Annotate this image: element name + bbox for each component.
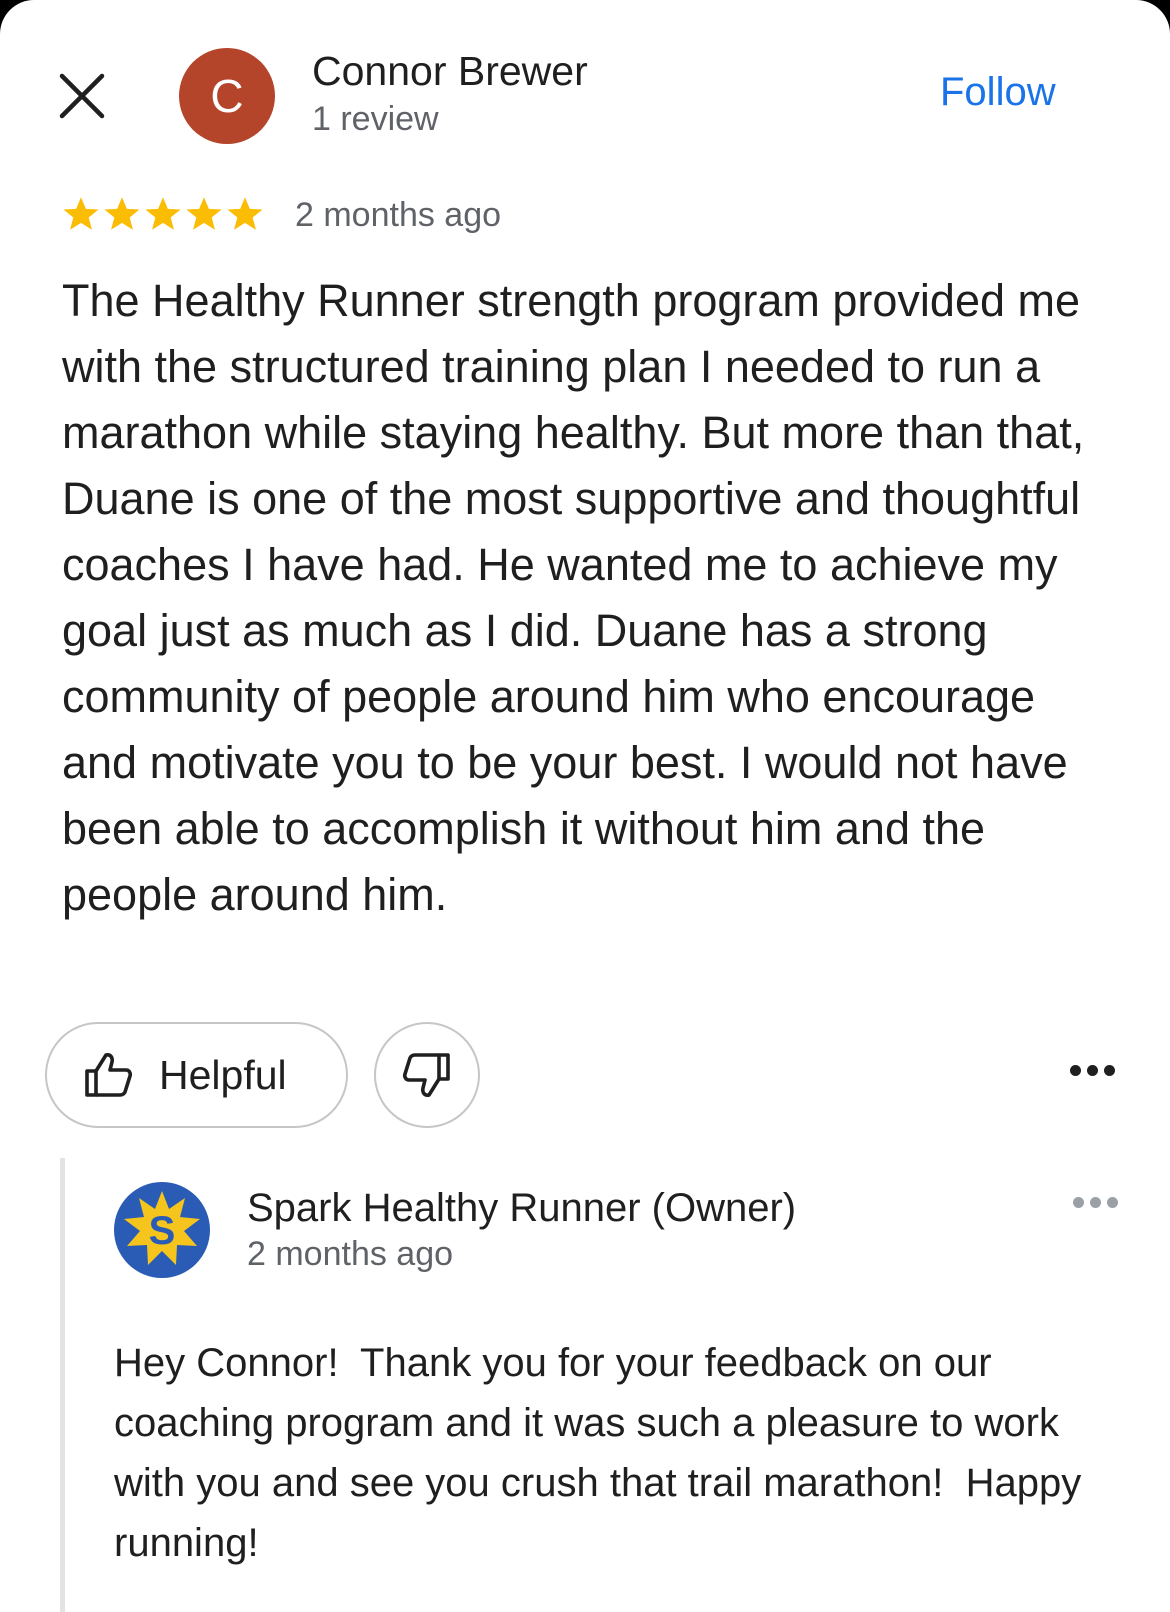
more-options-icon (1073, 1197, 1084, 1208)
owner-reply-timestamp: 2 months ago (247, 1235, 454, 1273)
star-icon (226, 196, 264, 232)
star-icon (144, 196, 182, 232)
review-text: The Healthy Runner strength program prov… (62, 275, 1085, 920)
reviewer-review-count: 1 review (312, 100, 439, 138)
more-options-icon (1107, 1197, 1118, 1208)
reviewer-avatar-initial: C (210, 70, 244, 122)
close-icon (59, 73, 105, 119)
star-icon (62, 196, 100, 232)
reviewer-avatar[interactable]: C (179, 48, 275, 144)
owner-reply-text: Hey Connor! Thank you for your feedback … (114, 1341, 1093, 1565)
thumbs-down-icon (402, 1053, 450, 1097)
thumbs-up-icon (85, 1053, 133, 1097)
close-button[interactable] (56, 70, 108, 122)
more-options-icon (1087, 1065, 1098, 1076)
star-icon (185, 196, 223, 232)
spark-logo-letter: S (149, 1209, 176, 1253)
follow-button[interactable]: Follow (940, 70, 1056, 115)
star-rating (62, 196, 264, 232)
review-sheet: C Connor Brewer 1 review Follow 2 months… (0, 0, 1170, 1612)
not-helpful-button[interactable] (374, 1022, 480, 1128)
spark-logo: S (114, 1182, 210, 1278)
helpful-button[interactable]: Helpful (45, 1022, 348, 1128)
more-options-icon (1070, 1065, 1081, 1076)
more-options-icon (1090, 1197, 1101, 1208)
more-options-icon (1104, 1065, 1115, 1076)
star-icon (103, 196, 141, 232)
review-more-options-button[interactable] (1070, 1065, 1115, 1076)
owner-name: Spark Healthy Runner (Owner) (247, 1186, 797, 1230)
helpful-label: Helpful (159, 1051, 287, 1098)
review-timestamp: 2 months ago (295, 196, 502, 234)
reply-more-options-button[interactable] (1073, 1197, 1118, 1208)
reply-divider (60, 1158, 65, 1612)
reviewer-name[interactable]: Connor Brewer (312, 48, 588, 95)
owner-avatar[interactable]: S (114, 1182, 210, 1278)
